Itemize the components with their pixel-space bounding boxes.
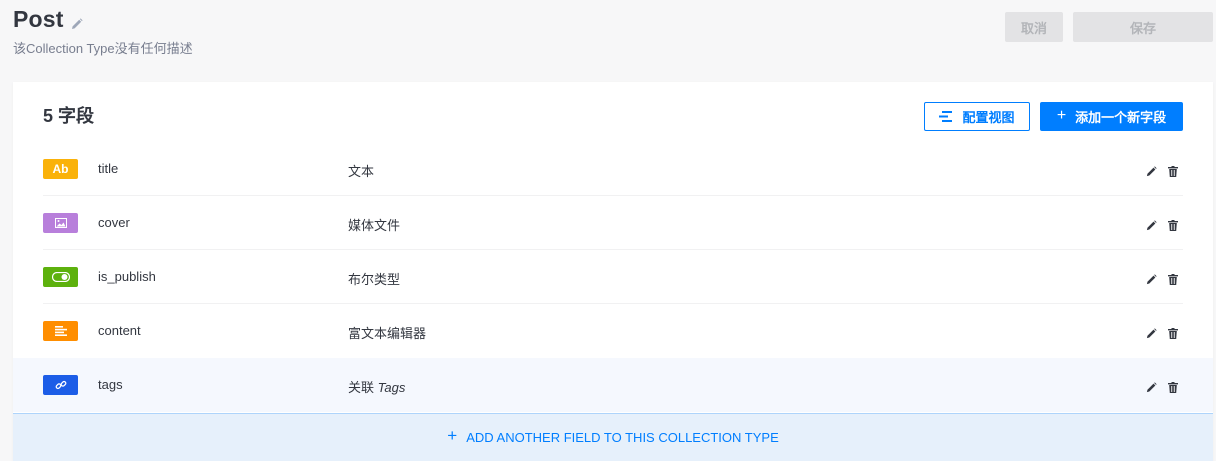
title-row: Post: [13, 6, 83, 33]
field-row-content[interactable]: content 富文本编辑器: [13, 304, 1213, 358]
field-name: cover: [98, 215, 130, 230]
add-another-field-button[interactable]: + ADD ANOTHER FIELD TO THIS COLLECTION T…: [13, 413, 1213, 461]
media-icon: [43, 213, 78, 233]
field-type: 文本: [348, 164, 375, 179]
trash-icon[interactable]: [1168, 218, 1178, 231]
field-count: 5 字段: [43, 106, 95, 126]
trash-icon[interactable]: [1168, 380, 1178, 393]
add-field-label: 添加一个新字段: [1075, 110, 1167, 125]
field-type: 布尔类型: [348, 272, 401, 287]
add-another-field-label: ADD ANOTHER FIELD TO THIS COLLECTION TYP…: [466, 430, 779, 445]
add-field-button[interactable]: + 添加一个新字段: [1040, 102, 1183, 131]
save-button[interactable]: 保存: [1073, 12, 1213, 42]
page-title: Post: [13, 6, 64, 32]
edit-icon[interactable]: [1146, 380, 1157, 393]
edit-title-icon[interactable]: [71, 17, 83, 29]
boolean-icon: [43, 267, 78, 287]
relation-label: 关联: [348, 380, 375, 395]
field-row-is-publish[interactable]: is_publish 布尔类型: [13, 250, 1213, 304]
relation-target: Tags: [377, 380, 406, 395]
edit-icon[interactable]: [1146, 164, 1157, 177]
trash-icon[interactable]: [1168, 164, 1178, 177]
cancel-button[interactable]: 取消: [1005, 12, 1063, 42]
list-settings-icon: [939, 111, 953, 122]
configure-view-label: 配置视图: [962, 110, 1015, 125]
field-list: Ab title 文本 cover 媒体文件 is_publish 布尔类型 c…: [13, 142, 1213, 412]
field-name: tags: [98, 377, 123, 392]
richtext-icon: [43, 321, 78, 341]
fields-card: 5 字段 配置视图 + 添加一个新字段 Ab title 文本 cover 媒体…: [13, 82, 1213, 461]
field-name: title: [98, 161, 119, 176]
field-type: 富文本编辑器: [348, 326, 427, 341]
field-row-cover[interactable]: cover 媒体文件: [13, 196, 1213, 250]
plus-icon: +: [1056, 106, 1067, 124]
field-name: is_publish: [98, 269, 156, 284]
edit-icon[interactable]: [1146, 218, 1157, 231]
field-type: 媒体文件: [348, 218, 401, 233]
edit-icon[interactable]: [1146, 272, 1157, 285]
trash-icon[interactable]: [1168, 326, 1178, 339]
field-row-tags[interactable]: tags 关联 Tags: [13, 358, 1213, 412]
relation-icon: [43, 375, 78, 395]
trash-icon[interactable]: [1168, 272, 1178, 285]
page-description: 该Collection Type没有任何描述: [13, 41, 193, 56]
edit-icon[interactable]: [1146, 326, 1157, 339]
page-header: Post 该Collection Type没有任何描述 取消 保存: [0, 0, 1216, 82]
plus-icon: +: [447, 426, 458, 445]
field-name: content: [98, 323, 141, 338]
field-type: 关联 Tags: [348, 377, 405, 396]
text-icon: Ab: [43, 159, 78, 179]
field-row-title[interactable]: Ab title 文本: [13, 142, 1213, 196]
configure-view-button[interactable]: 配置视图: [924, 102, 1030, 131]
